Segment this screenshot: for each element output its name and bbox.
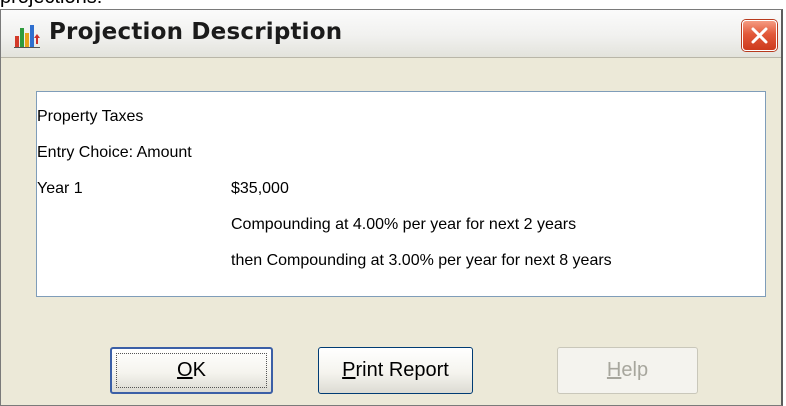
ok-label: OK: [177, 359, 206, 381]
print-report-button[interactable]: Print Report: [318, 347, 473, 394]
window-title: Projection Description: [49, 19, 343, 45]
description-heading: Property Taxes: [37, 108, 144, 125]
print-report-label: Print Report: [342, 359, 449, 381]
help-label: Help: [606, 359, 649, 381]
compounding-line-2: then Compounding at 3.00% per year for n…: [231, 252, 612, 269]
title-bar[interactable]: Projection Description: [1, 10, 781, 58]
entry-choice-text: Entry Choice: Amount: [37, 144, 192, 161]
year-label: Year 1: [37, 180, 83, 197]
bar-chart-icon: [14, 25, 40, 48]
ok-button[interactable]: OK: [110, 347, 273, 394]
description-panel: Property Taxes Entry Choice: Amount Year…: [36, 91, 766, 297]
background-caption: projections:: [0, 0, 102, 9]
help-button: Help: [557, 347, 698, 394]
close-button[interactable]: [742, 20, 777, 51]
projection-description-dialog: Projection Description Property Taxes En…: [0, 9, 783, 406]
compounding-line-1: Compounding at 4.00% per year for next 2…: [231, 216, 577, 233]
close-x-icon: [751, 27, 768, 44]
amount-value: $35,000: [231, 180, 289, 197]
